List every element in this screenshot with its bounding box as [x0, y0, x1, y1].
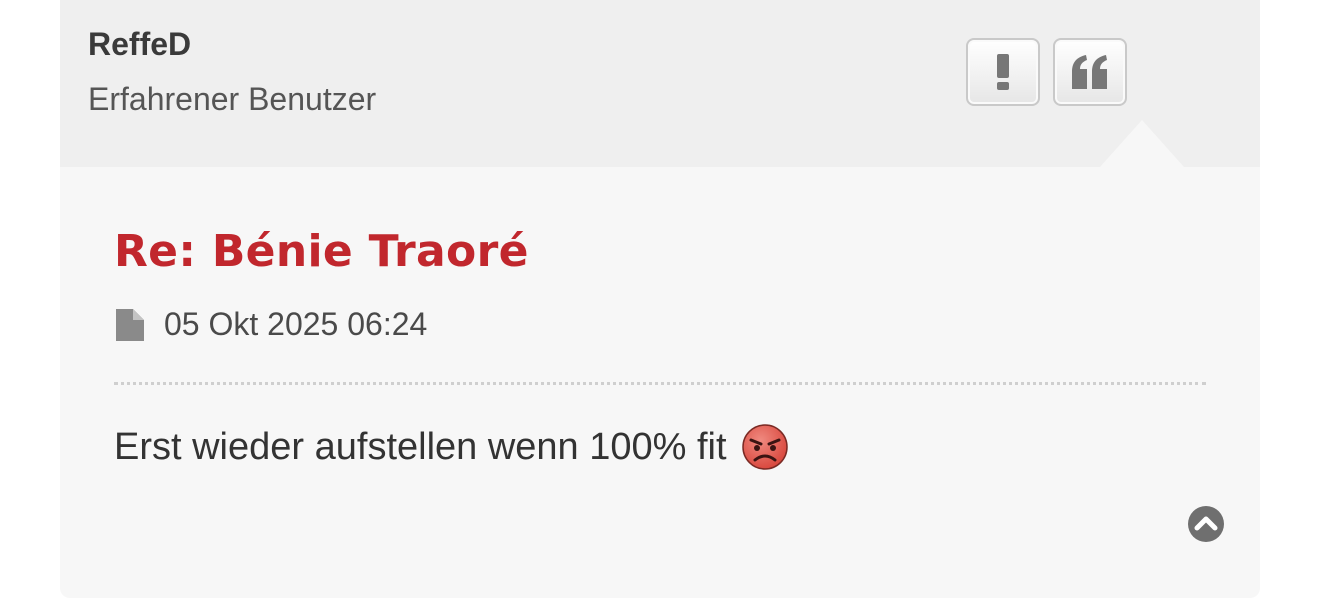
header-pointer-notch — [1100, 120, 1184, 167]
post-body-text: Erst wieder aufstellen wenn 100% fit — [114, 425, 727, 468]
post-author-bar: ReffeD Erfahrener Benutzer — [60, 0, 1260, 167]
divider — [114, 382, 1206, 385]
post-body: Erst wieder aufstellen wenn 100% fit — [114, 423, 789, 471]
back-to-top-icon[interactable] — [1188, 506, 1224, 542]
quote-icon — [1072, 55, 1107, 89]
quote-button[interactable] — [1053, 38, 1127, 106]
post-title[interactable]: Re: Bénie Traoré — [114, 226, 529, 277]
post-card: ReffeD Erfahrener Benutzer Re: Bénie Tra… — [60, 0, 1260, 598]
author-name[interactable]: ReffeD — [88, 26, 191, 63]
author-rank: Erfahrener Benutzer — [88, 81, 377, 117]
file-icon — [116, 308, 144, 341]
post-meta: 05 Okt 2025 06:24 — [114, 306, 427, 343]
report-button[interactable] — [966, 38, 1040, 106]
exclamation-icon — [997, 54, 1009, 90]
angry-face-emoji — [741, 424, 788, 470]
post-date: 05 Okt 2025 06:24 — [164, 306, 428, 342]
